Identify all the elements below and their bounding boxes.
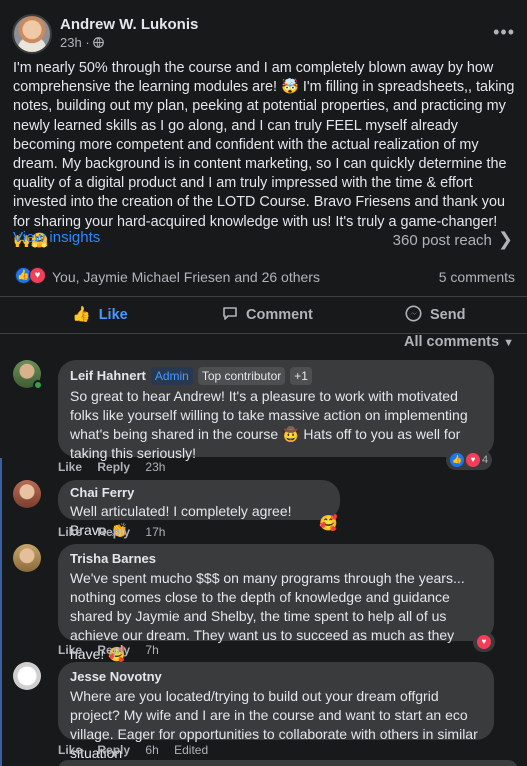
commenter-name[interactable]: Chai Ferry bbox=[70, 485, 328, 501]
comment-bubble: Trisha Barnes We've spent mucho $$$ on m… bbox=[58, 544, 494, 662]
thumbs-up-icon: 👍 bbox=[72, 306, 91, 323]
send-button[interactable]: Send bbox=[405, 305, 465, 323]
comment-bubble: Jesse Novotny Where are you located/tryi… bbox=[58, 662, 494, 761]
comment-actions: Like Reply 6h Edited bbox=[58, 743, 220, 757]
comment-bubble: Leif Hahnert Admin Top contributor +1 So… bbox=[58, 360, 494, 461]
post-reach-label: 360 post reach bbox=[392, 232, 492, 249]
comment-like-button[interactable]: Like bbox=[58, 643, 82, 657]
edited-label[interactable]: Edited bbox=[174, 743, 208, 757]
reactors-summary[interactable]: You, Jaymie Michael Friesen and 26 other… bbox=[52, 269, 320, 285]
comment-actions: Like Reply 7h bbox=[58, 643, 171, 657]
reply-thread-line bbox=[0, 458, 2, 766]
commenter-name[interactable]: Trisha Barnes bbox=[70, 551, 482, 567]
comment-button[interactable]: Comment bbox=[222, 305, 527, 323]
comment-time[interactable]: 7h bbox=[145, 643, 158, 657]
comment-time[interactable]: 23h bbox=[145, 460, 165, 474]
avatar[interactable] bbox=[13, 544, 41, 572]
commenter-name[interactable]: Leif Hahnert bbox=[70, 368, 146, 384]
comment-reply-button[interactable]: Reply bbox=[97, 743, 130, 757]
chevron-right-icon: ❯ bbox=[497, 229, 513, 249]
top-contributor-badge: Top contributor bbox=[197, 367, 286, 385]
like-button-label: Like bbox=[98, 307, 128, 323]
comment-like-button[interactable]: Like bbox=[58, 743, 82, 757]
globe-icon bbox=[93, 35, 105, 50]
comment-reply-button[interactable]: Reply bbox=[97, 643, 130, 657]
post-body: I'm nearly 50% through the course and I … bbox=[13, 60, 515, 249]
author-avatar[interactable] bbox=[12, 14, 52, 54]
comment-actions: Like Reply 23h bbox=[58, 460, 177, 474]
more-options-icon[interactable]: ••• bbox=[493, 22, 515, 43]
comment-bubble: Chai Ferry Well articulated! I completel… bbox=[58, 480, 340, 538]
post-header: Andrew W. Lukonis 23h · ••• bbox=[12, 14, 515, 54]
comment-button-label: Comment bbox=[246, 307, 313, 323]
comment-time[interactable]: 6h bbox=[145, 743, 158, 757]
like-reaction-icon: 👍 bbox=[450, 453, 464, 467]
comment-text: So great to hear Andrew! It's a pleasure… bbox=[70, 388, 468, 461]
avatar[interactable] bbox=[13, 480, 41, 508]
like-button[interactable]: 👍 Like bbox=[72, 305, 128, 323]
commenter-name[interactable]: Jesse Novotny bbox=[70, 669, 482, 685]
comment-bubble-icon bbox=[222, 305, 238, 323]
all-comments-label: All comments bbox=[403, 334, 500, 350]
more-badges[interactable]: +1 bbox=[290, 367, 312, 385]
caret-down-icon: ▼ bbox=[503, 337, 514, 349]
comment-reply-button[interactable]: Reply bbox=[97, 460, 130, 474]
comment-like-button[interactable]: Like bbox=[58, 525, 82, 539]
love-reaction-icon: ♥ bbox=[466, 453, 480, 467]
comment-reactions[interactable]: 🥰 bbox=[315, 513, 342, 533]
reaction-emoji: 🥰 bbox=[319, 515, 338, 532]
post-meta: 23h · bbox=[60, 35, 105, 50]
post-reach[interactable]: 360 post reach ❯ bbox=[393, 229, 513, 250]
comment-reply-button[interactable]: Reply bbox=[97, 525, 130, 539]
avatar[interactable] bbox=[13, 662, 41, 690]
comment-time[interactable]: 17h bbox=[145, 525, 165, 539]
post-action-bar: 👍 Like Comment Send bbox=[0, 296, 527, 334]
comment-actions: Like Reply 17h bbox=[58, 525, 177, 539]
send-button-label: Send bbox=[430, 307, 466, 323]
messenger-icon bbox=[405, 305, 422, 323]
comment-reactions[interactable]: 👍 ♥ 4 bbox=[446, 450, 493, 470]
view-insights-link[interactable]: View insights bbox=[13, 229, 100, 246]
post-author-name[interactable]: Andrew W. Lukonis bbox=[60, 16, 198, 33]
partial-next-comment bbox=[58, 760, 518, 766]
post-time[interactable]: 23h bbox=[60, 35, 82, 50]
love-reaction-icon: ♥ bbox=[477, 635, 491, 649]
online-status-dot bbox=[33, 380, 43, 390]
comment-like-button[interactable]: Like bbox=[58, 460, 82, 474]
reaction-count: 4 bbox=[482, 454, 489, 466]
comment-count[interactable]: 5 comments bbox=[439, 269, 515, 285]
admin-badge: Admin bbox=[150, 367, 193, 385]
comment-reactions[interactable]: ♥ bbox=[473, 632, 495, 652]
comment-header: Leif Hahnert Admin Top contributor +1 bbox=[70, 367, 482, 385]
love-reaction-icon: ♥ bbox=[29, 267, 46, 284]
all-comments-filter[interactable]: All comments ▼ bbox=[404, 334, 514, 350]
